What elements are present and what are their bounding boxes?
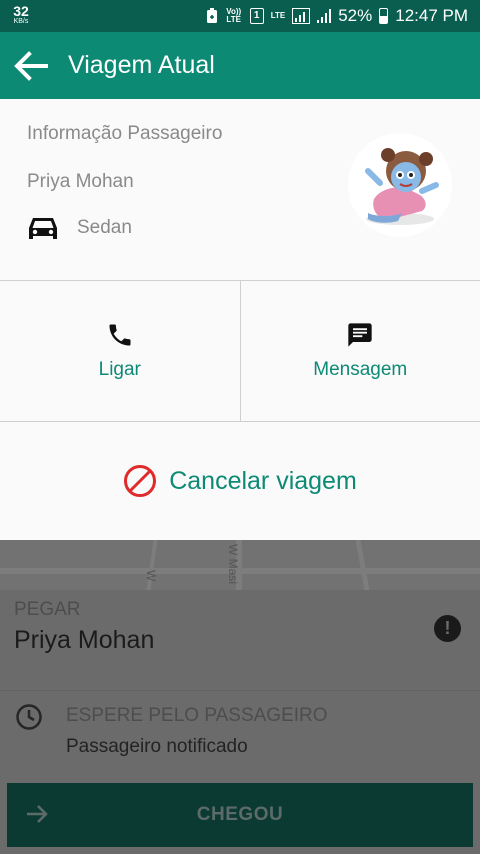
arrived-label: CHEGOU (196, 804, 284, 825)
page-title: Viagem Atual (68, 51, 215, 79)
map-street-label: W Masi (226, 544, 240, 584)
signal-icon (292, 8, 311, 24)
vehicle-type: Sedan (77, 217, 132, 238)
back-button[interactable] (0, 32, 62, 99)
network-speed-value: 32 (13, 3, 29, 19)
network-speed: 32 KB/s (8, 4, 34, 25)
vehicle-row: Sedan (27, 214, 132, 242)
app-bar: Viagem Atual (0, 32, 480, 99)
call-button[interactable]: Ligar (0, 281, 240, 421)
clock-icon (16, 704, 42, 730)
cancel-trip-button[interactable]: Cancelar viagem (0, 422, 480, 540)
message-icon (348, 323, 372, 347)
passenger-info-label: Informação Passageiro (27, 123, 223, 144)
message-button[interactable]: Mensagem (239, 281, 480, 421)
map-road (355, 540, 370, 590)
phone-icon (109, 324, 131, 346)
trip-card: Informação Passageiro Priya Mohan Sedan (0, 99, 480, 540)
lte-icon: LTE (270, 11, 286, 20)
divider (0, 690, 480, 691)
status-icons: Vo)) LTE 1 LTE 52% 12:47 PM (206, 0, 468, 32)
passenger-info: Informação Passageiro Priya Mohan Sedan (0, 99, 480, 281)
pickup-passenger-name: Priya Mohan (14, 626, 155, 654)
wait-title: ESPERE PELO PASSAGEIRO (66, 705, 328, 726)
passenger-name: Priya Mohan (27, 171, 134, 192)
arrow-left-icon (14, 50, 48, 81)
wait-subtitle: Passageiro notificado (66, 736, 248, 757)
map-street-label-2: W (144, 570, 158, 582)
battery-percent: 52% (338, 6, 373, 25)
contact-actions: Ligar Mensagem (0, 281, 480, 422)
pickup-label: PEGAR (14, 599, 81, 620)
arrived-button[interactable]: CHEGOU (7, 783, 473, 847)
cancel-trip-label: Cancelar viagem (169, 466, 357, 495)
battery-icon (379, 8, 389, 24)
map: W Masi W (0, 540, 480, 590)
passenger-avatar (348, 133, 452, 237)
map-road (146, 540, 158, 590)
call-label: Ligar (98, 359, 141, 380)
clock-time: 12:47 PM (395, 6, 468, 25)
status-bar: 32 KB/s Vo)) LTE 1 LTE 52% 12:47 PM (0, 0, 480, 32)
background-overlay[interactable]: W Masi W PEGAR Priya Mohan ! ESPERE PELO… (0, 540, 480, 854)
signal-2-icon (317, 8, 332, 24)
data-saver-icon (206, 8, 218, 24)
alert-icon[interactable]: ! (434, 615, 461, 642)
car-icon (29, 218, 57, 239)
sim-indicator: 1 (249, 8, 264, 24)
network-speed-unit: KB/s (13, 18, 29, 25)
message-label: Mensagem (313, 359, 408, 380)
arrow-right-icon (27, 805, 48, 823)
block-icon (124, 465, 157, 497)
volte-icon: Vo)) LTE (226, 7, 242, 24)
